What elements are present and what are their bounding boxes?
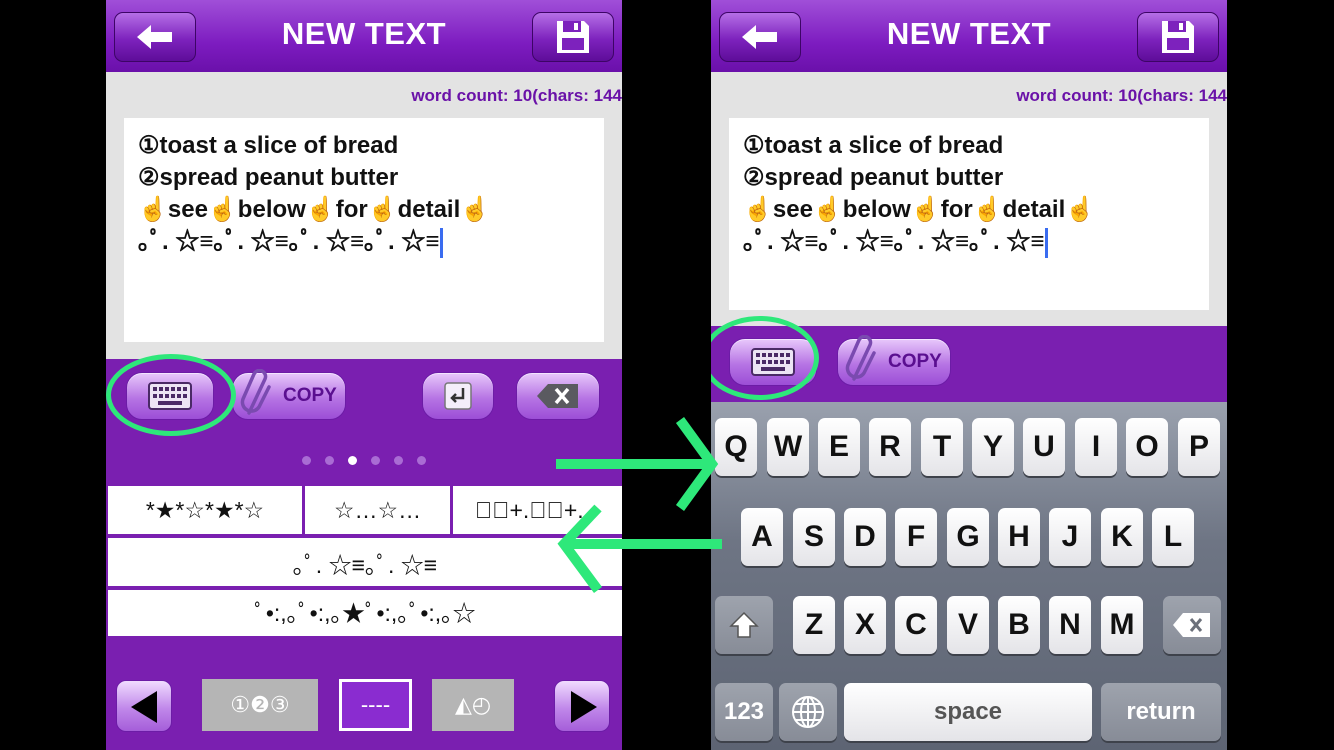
page-dot-active[interactable] — [348, 456, 357, 465]
space-key[interactable]: space — [844, 683, 1092, 741]
key-z[interactable]: Z — [793, 596, 835, 654]
key-a[interactable]: A — [741, 508, 783, 566]
text-line: ②spread peanut butter — [743, 164, 1004, 191]
backspace-icon — [1173, 613, 1210, 637]
next-page-button[interactable] — [554, 680, 610, 732]
key-r[interactable]: R — [869, 418, 911, 476]
left-screen: NEW TEXT word count: 10(chars: 144 ①toas… — [106, 0, 622, 750]
copy-button[interactable]: COPY — [232, 369, 346, 420]
tab-shapes[interactable]: ◭◴ — [432, 679, 514, 731]
paperclip-icon — [240, 369, 271, 415]
key-l[interactable]: L — [1152, 508, 1194, 566]
copy-label: COPY — [888, 351, 942, 372]
highlight-circle — [711, 316, 819, 400]
page-dot[interactable] — [371, 456, 380, 465]
floppy-disk-icon — [1162, 21, 1194, 53]
key-k[interactable]: K — [1101, 508, 1143, 566]
word-count: word count: 10(chars: 144 — [1016, 86, 1227, 105]
copy-button[interactable]: COPY — [837, 335, 951, 386]
edit-area: word count: 10(chars: 144 ①toast a slice… — [106, 72, 622, 359]
page-dot[interactable] — [394, 456, 403, 465]
text-line: ②spread peanut butter — [138, 164, 399, 191]
header-bar: NEW TEXT — [711, 0, 1227, 72]
text-cursor — [1045, 227, 1049, 258]
onscreen-keyboard: Q W E R T Y U I O P A S D F G H J K L Z … — [711, 402, 1227, 750]
text-editor[interactable]: ①toast a slice of bread ②spread peanut b… — [729, 118, 1209, 310]
edit-area: word count: 10(chars: 144 ①toast a slice… — [711, 72, 1227, 326]
key-p[interactable]: P — [1178, 418, 1220, 476]
arrow-graphic — [556, 417, 722, 593]
tab-numbers[interactable]: ①❷③ — [202, 679, 318, 731]
text-line: ☝see☝below☝for☝detail☝ — [138, 196, 491, 223]
text-cursor — [440, 227, 444, 258]
key-m[interactable]: M — [1101, 596, 1143, 654]
key-o[interactable]: O — [1126, 418, 1168, 476]
highlight-circle — [106, 354, 236, 436]
page-indicator[interactable] — [106, 452, 622, 470]
copy-label: COPY — [283, 385, 337, 406]
key-h[interactable]: H — [998, 508, 1040, 566]
key-y[interactable]: Y — [972, 418, 1014, 476]
key-i[interactable]: I — [1075, 418, 1117, 476]
header-bar: NEW TEXT — [106, 0, 622, 72]
globe-icon — [792, 696, 824, 728]
key-b[interactable]: B — [998, 596, 1040, 654]
page-dot[interactable] — [302, 456, 311, 465]
text-line-last: ｡ﾟ. ☆≡｡ﾟ. ☆≡｡ﾟ. ☆≡｡ﾟ. ☆≡ — [743, 226, 1195, 258]
save-button[interactable] — [1137, 12, 1219, 62]
page-dot[interactable] — [325, 456, 334, 465]
triangle-right-icon — [571, 691, 597, 723]
key-d[interactable]: D — [844, 508, 886, 566]
symbol-cell[interactable]: ﾟ•:,｡ﾟ•:,｡★ﾟ•:,｡ﾟ•:,｡☆ — [108, 590, 622, 636]
symbol-cell[interactable]: ｡ﾟ. ☆≡｡ﾟ. ☆≡ — [108, 538, 622, 586]
key-t[interactable]: T — [921, 418, 963, 476]
key-x[interactable]: X — [844, 596, 886, 654]
symbol-cell[interactable]: ☆…☆… — [305, 486, 450, 534]
key-c[interactable]: C — [895, 596, 937, 654]
save-button[interactable] — [532, 12, 614, 62]
key-e[interactable]: E — [818, 418, 860, 476]
symbol-cell[interactable]: *★*☆*★*☆ — [108, 486, 302, 534]
shift-icon — [729, 611, 759, 638]
globe-key[interactable] — [779, 683, 837, 741]
text-line: ｡ﾟ. ☆≡｡ﾟ. ☆≡｡ﾟ. ☆≡｡ﾟ. ☆≡ — [138, 228, 440, 255]
floppy-disk-icon — [557, 21, 589, 53]
tab-lines[interactable]: ---- — [339, 679, 412, 731]
word-count: word count: 10(chars: 144 — [411, 86, 622, 105]
text-line: ｡ﾟ. ☆≡｡ﾟ. ☆≡｡ﾟ. ☆≡｡ﾟ. ☆≡ — [743, 228, 1045, 255]
key-s[interactable]: S — [793, 508, 835, 566]
triangle-left-icon — [131, 691, 157, 723]
key-v[interactable]: V — [947, 596, 989, 654]
return-icon — [444, 382, 472, 410]
backspace-key[interactable] — [1163, 596, 1221, 654]
key-g[interactable]: G — [947, 508, 989, 566]
text-line: ①toast a slice of bread — [138, 132, 399, 159]
text-line: ①toast a slice of bread — [743, 132, 1004, 159]
backspace-icon — [537, 384, 578, 408]
key-f[interactable]: F — [895, 508, 937, 566]
numbers-key[interactable]: 123 — [715, 683, 773, 741]
enter-button[interactable] — [422, 372, 494, 420]
prev-page-button[interactable] — [116, 680, 172, 732]
right-screen: NEW TEXT word count: 10(chars: 144 ①toas… — [711, 0, 1227, 750]
text-line-last: ｡ﾟ. ☆≡｡ﾟ. ☆≡｡ﾟ. ☆≡｡ﾟ. ☆≡ — [138, 226, 590, 258]
key-w[interactable]: W — [767, 418, 809, 476]
key-u[interactable]: U — [1023, 418, 1065, 476]
paperclip-icon — [845, 335, 876, 381]
return-key[interactable]: return — [1101, 683, 1221, 741]
text-line: ☝see☝below☝for☝detail☝ — [743, 196, 1096, 223]
key-n[interactable]: N — [1049, 596, 1091, 654]
text-editor[interactable]: ①toast a slice of bread ②spread peanut b… — [124, 118, 604, 342]
key-j[interactable]: J — [1049, 508, 1091, 566]
page-dot[interactable] — [417, 456, 426, 465]
